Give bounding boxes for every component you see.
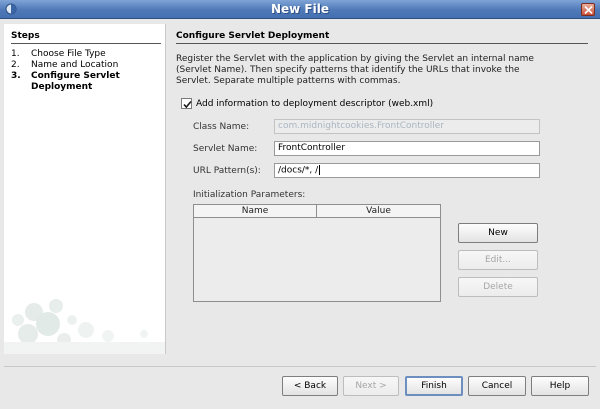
step-label: Choose File Type [31, 49, 106, 59]
column-header-value[interactable]: Value [317, 205, 440, 217]
cancel-button[interactable]: Cancel [468, 376, 526, 396]
delete-param-button[interactable]: Delete [458, 277, 538, 297]
steps-panel: Steps 1. Choose File Type 2. Name and Lo… [4, 24, 166, 354]
close-button[interactable] [581, 3, 595, 16]
step-number: 1. [11, 49, 20, 59]
class-name-field: com.midnightcookies.FrontController [274, 119, 540, 134]
next-button[interactable]: Next > [343, 376, 399, 396]
close-icon [584, 6, 593, 14]
decorative-bubbles-icon [4, 299, 165, 354]
column-header-name[interactable]: Name [194, 205, 317, 217]
finish-button[interactable]: Finish [405, 376, 463, 396]
servlet-name-label: Servlet Name: [193, 144, 258, 154]
wizard-dialog: Steps 1. Choose File Type 2. Name and Lo… [0, 19, 600, 409]
window-title: New File [270, 2, 329, 16]
title-bar[interactable]: New File [0, 0, 600, 19]
checkbox-label: Add information to deployment descriptor… [196, 98, 434, 109]
step-number: 3. [11, 71, 21, 81]
text-caret [319, 165, 321, 175]
back-button[interactable]: < Back [282, 376, 338, 396]
description-text: Register the Servlet with the applicatio… [176, 54, 534, 86]
step-item: 1. Choose File Type [11, 49, 163, 60]
init-params-label: Initialization Parameters: [193, 190, 306, 200]
content-panel: Configure Servlet Deployment Register th… [176, 24, 594, 354]
footer-divider [4, 366, 596, 367]
step-item-current: 3. Configure Servlet Deployment [11, 71, 163, 93]
servlet-name-field[interactable]: FrontController [274, 141, 540, 156]
step-label: Name and Location [31, 60, 119, 70]
step-number: 2. [11, 60, 20, 70]
init-params-table[interactable]: Name Value [193, 204, 441, 302]
steps-header: Steps [11, 31, 161, 44]
deployment-descriptor-checkbox[interactable] [181, 98, 192, 109]
new-param-button[interactable]: New [458, 223, 538, 243]
step-label: Configure Servlet Deployment [31, 71, 120, 92]
step-list: 1. Choose File Type 2. Name and Location… [11, 49, 163, 93]
table-header: Name Value [194, 205, 440, 218]
content-header: Configure Servlet Deployment [176, 31, 588, 44]
help-button[interactable]: Help [531, 376, 589, 396]
edit-param-button[interactable]: Edit... [458, 250, 538, 270]
checkmark-icon [183, 100, 192, 109]
url-pattern-value: /docs/*, / [278, 165, 319, 176]
url-pattern-label: URL Pattern(s): [193, 166, 261, 176]
step-item: 2. Name and Location [11, 60, 163, 71]
class-name-label: Class Name: [193, 122, 250, 132]
url-pattern-field[interactable]: /docs/*, / [274, 163, 540, 178]
deployment-descriptor-option[interactable]: Add information to deployment descriptor… [181, 98, 433, 109]
